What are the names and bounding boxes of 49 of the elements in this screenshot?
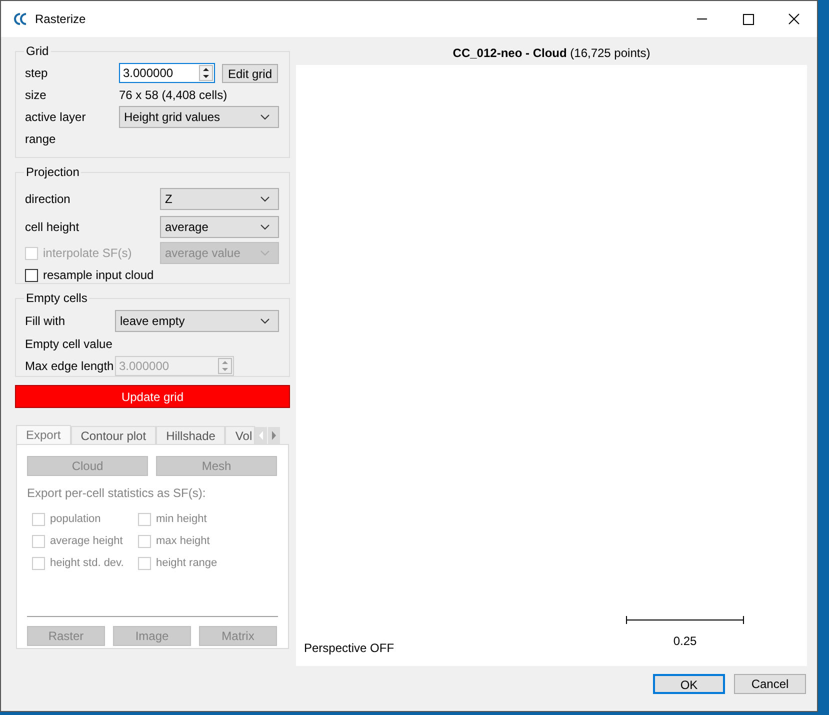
edit-grid-button[interactable]: Edit grid [222,64,278,82]
scroll-right-icon[interactable] [268,427,280,444]
field-label: Empty cell value [25,336,112,353]
field-label: step [25,65,49,82]
group-title: Empty cells [25,290,88,307]
dropdown[interactable]: average [160,216,279,238]
tab[interactable]: Hillshade [156,426,226,444]
field-label: active layer [25,109,87,126]
tab[interactable]: Export [16,425,71,444]
tab[interactable]: Contour plot [70,426,156,444]
spinner-icon[interactable] [199,65,213,81]
scale-label: 0.25 [673,633,697,650]
checkbox-label: min height [156,512,207,527]
step-field[interactable]: 3.000000 [119,63,215,83]
field-label: cell height [25,219,80,236]
chevron-icon [260,318,270,324]
field-label: size [25,87,48,104]
stats-label: Export per-cell statistics as SF(s): [27,485,207,502]
checkbox-label: average height [50,534,123,549]
field-label: interpolate SF(s) [43,245,132,262]
chevron-icon [260,250,270,256]
checkbox-label: height range [156,556,218,571]
checkbox-label: height std. dev. [50,556,124,571]
dialog-button[interactable]: Cancel [734,674,806,694]
field-label: Max edge length [25,358,115,375]
scroll-left-icon[interactable] [255,427,268,444]
viewer-title: CC_012-neo - Cloud (16,725 points) [452,45,650,62]
group-title: Projection [25,164,80,181]
checkbox-label: population [50,512,101,527]
field-label: resample input cloud [43,267,154,284]
tab[interactable]: Vol [225,426,256,444]
group-title: Grid [25,43,50,60]
dialog-button[interactable]: OK [653,674,725,694]
dropdown[interactable]: Z [160,188,279,210]
field-label: direction [25,191,72,208]
app-logo-icon [13,12,29,26]
perspective-label: Perspective OFF [304,640,394,657]
window-title: Rasterize [35,11,86,28]
chevron-icon [260,196,270,202]
checkbox[interactable] [25,268,38,282]
chevron-icon [260,224,270,230]
size-value: 76 x 58 (4,408 cells) [119,87,228,104]
dropdown[interactable]: leave empty [115,310,279,332]
chevron-icon [260,114,270,120]
checkbox-label: max height [156,534,210,549]
field-label: range [25,131,56,148]
field-label: Fill with [25,313,66,330]
dropdown[interactable]: Height grid values [119,106,279,128]
update-grid-button[interactable]: Update grid [15,385,290,408]
